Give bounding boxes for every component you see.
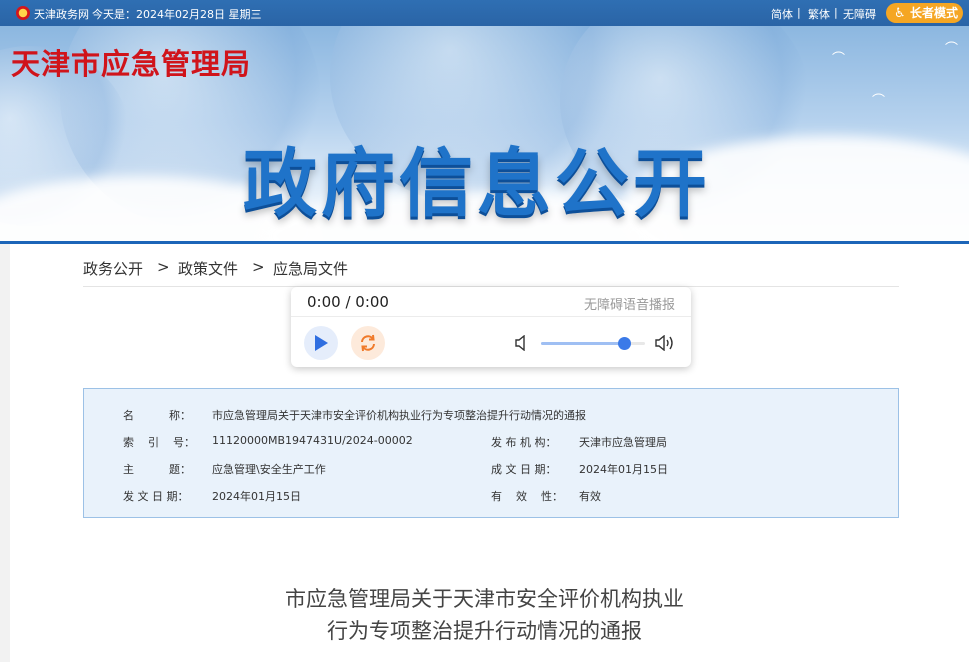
date-text: 今天是：2024年02月28日 星期三 bbox=[92, 8, 262, 21]
article-title-line-2: 行为专项整治提升行动情况的通报 bbox=[327, 619, 642, 643]
simplified-chinese-link[interactable]: 简体 bbox=[771, 6, 793, 22]
playback-time: 0:00 / 0:00 bbox=[307, 293, 389, 311]
issued-date-value: 2024年01月15日 bbox=[212, 490, 301, 503]
loop-icon bbox=[361, 334, 375, 352]
section-title: 政府信息公开 bbox=[243, 141, 711, 227]
elder-mode-label: 长者模式 bbox=[910, 6, 959, 20]
breadcrumb-separator: > bbox=[157, 258, 170, 276]
publisher-value: 天津市应急管理局 bbox=[579, 436, 667, 449]
loop-button[interactable] bbox=[351, 326, 385, 360]
bird-icon: ⌒ bbox=[945, 42, 959, 57]
name-label: 名 称： bbox=[123, 409, 191, 422]
national-emblem-icon bbox=[16, 6, 30, 20]
validity-label: 有 效 性： bbox=[491, 490, 563, 503]
play-button[interactable] bbox=[304, 326, 338, 360]
volume-slider-handle[interactable] bbox=[618, 337, 632, 350]
volume-slider[interactable] bbox=[541, 337, 645, 350]
publisher-label: 发 布 机 构： bbox=[491, 436, 557, 449]
header-banner: ⌒ ⌒ ⌒ 天津市应急管理局 政府信息公开 bbox=[0, 26, 969, 241]
topic-label: 主 题： bbox=[123, 463, 191, 476]
validity-value: 有效 bbox=[579, 490, 601, 503]
volume-slider-fill bbox=[541, 342, 625, 345]
created-date-label: 成 文 日 期： bbox=[491, 463, 557, 476]
elder-mode-button[interactable]: ♿ 长者模式 bbox=[886, 3, 963, 23]
header-divider bbox=[0, 241, 969, 244]
index-label: 索 引 号： bbox=[123, 436, 195, 449]
bird-icon: ⌒ bbox=[832, 52, 846, 67]
separator: | bbox=[797, 6, 801, 19]
volume-icon[interactable] bbox=[655, 335, 675, 351]
breadcrumb-separator: > bbox=[252, 258, 265, 276]
breadcrumb-item[interactable]: 应急局文件 bbox=[273, 258, 348, 279]
traditional-chinese-link[interactable]: 繁体 bbox=[808, 6, 830, 22]
separator: | bbox=[834, 6, 838, 19]
created-date-value: 2024年01月15日 bbox=[579, 463, 668, 476]
audio-player: 0:00 / 0:00 无障碍语音播报 bbox=[291, 287, 691, 367]
top-bar: 天津政务网 今天是：2024年02月28日 星期三 简体 | 繁体 | 无障碍 … bbox=[0, 0, 969, 26]
site-name-link[interactable]: 天津政务网 bbox=[34, 6, 89, 22]
wheelchair-icon: ♿ bbox=[894, 6, 906, 21]
bureau-logo-text[interactable]: 天津市应急管理局 bbox=[11, 41, 251, 83]
play-icon bbox=[315, 335, 328, 351]
breadcrumb-item[interactable]: 政策文件 bbox=[178, 258, 238, 279]
index-value: 11120000MB1947431U/2024-00002 bbox=[212, 434, 413, 447]
document-info-table: 名 称： 市应急管理局关于天津市安全评价机构执业行为专项整治提升行动情况的通报 … bbox=[83, 388, 899, 518]
mute-icon[interactable] bbox=[515, 335, 529, 351]
accessibility-link[interactable]: 无障碍 bbox=[843, 6, 876, 22]
article-title-line-1: 市应急管理局关于天津市安全评价机构执业 bbox=[285, 587, 684, 611]
bird-icon: ⌒ bbox=[872, 94, 886, 109]
name-value: 市应急管理局关于天津市安全评价机构执业行为专项整治提升行动情况的通报 bbox=[212, 409, 586, 422]
player-divider bbox=[291, 316, 691, 317]
issued-date-label: 发 文 日 期： bbox=[123, 490, 189, 503]
breadcrumb-item[interactable]: 政务公开 bbox=[83, 258, 143, 279]
topic-value: 应急管理\安全生产工作 bbox=[212, 463, 326, 476]
player-label: 无障碍语音播报 bbox=[583, 298, 675, 313]
